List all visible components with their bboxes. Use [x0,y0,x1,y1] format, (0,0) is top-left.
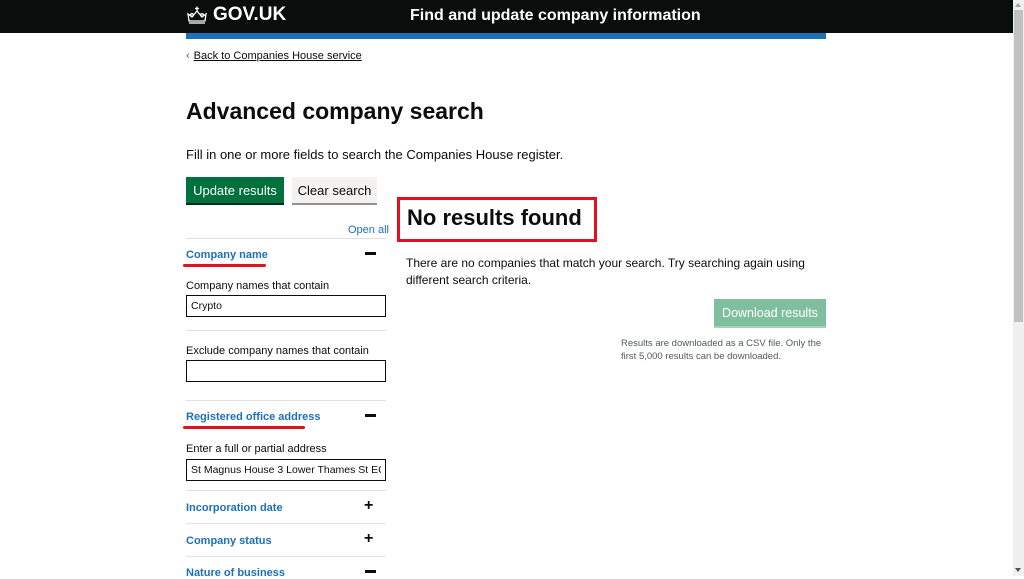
back-link[interactable]: ‹ Back to Companies House service [186,50,362,62]
govuk-header: GOV.UK Find and update company informati… [0,0,1013,33]
company-name-contains-label: Company names that contain [186,280,330,292]
divider [186,490,386,491]
chevron-left-icon: ‹ [186,50,190,62]
open-all-link[interactable]: Open all [348,224,389,236]
accordion-incorporation-date[interactable]: Incorporation date [186,502,283,514]
clear-search-button[interactable]: Clear search [292,177,377,203]
download-results-button[interactable]: Download results [714,299,826,326]
header-accent-bar [186,33,826,39]
page-title: Advanced company search [186,98,484,124]
exclude-names-input[interactable] [186,360,386,382]
vertical-scrollbar[interactable] [1013,0,1024,576]
results-title: No results found [407,205,582,230]
update-results-button[interactable]: Update results [186,177,284,203]
annotation-underline [183,426,305,429]
divider [186,556,386,557]
exclude-names-label: Exclude company names that contain [186,345,369,357]
divider [186,330,386,331]
crown-icon [187,6,207,24]
accordion-company-status[interactable]: Company status [186,535,272,547]
logo-text: GOV.UK [213,4,287,25]
minus-icon[interactable] [365,252,376,255]
plus-icon[interactable]: + [364,531,373,547]
intro-text: Fill in one or more fields to search the… [186,147,564,162]
minus-icon[interactable] [365,570,376,573]
back-link-text[interactable]: Back to Companies House service [194,50,362,62]
divider [186,523,386,524]
scroll-down-arrow-icon[interactable] [1015,568,1021,572]
address-input[interactable] [186,459,386,481]
annotation-underline [183,264,266,267]
no-results-message: There are no companies that match your s… [406,256,805,287]
download-hint: Results are downloaded as a CSV file. On… [621,338,822,362]
plus-icon[interactable]: + [364,498,373,514]
govuk-logo[interactable]: GOV.UK [186,4,286,26]
divider [186,400,386,401]
accordion-company-name[interactable]: Company name [186,249,268,261]
accordion-nature-of-business[interactable]: Nature of business [186,567,285,579]
minus-icon[interactable] [365,414,376,417]
divider [186,238,386,239]
accordion-registered-office-address[interactable]: Registered office address [186,411,321,423]
service-name[interactable]: Find and update company information [410,7,701,25]
address-label: Enter a full or partial address [186,443,327,455]
company-name-contains-input[interactable] [186,295,386,317]
scroll-up-arrow-icon[interactable] [1015,3,1021,7]
scrollbar-thumb[interactable] [1014,10,1023,322]
